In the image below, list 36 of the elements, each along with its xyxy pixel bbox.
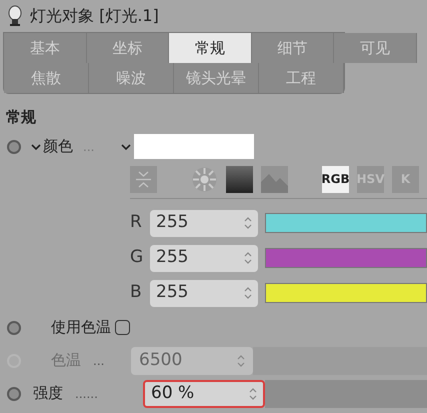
number-field[interactable]: 255 [150, 210, 258, 236]
color-slider[interactable] [265, 248, 427, 268]
color-slider[interactable] [265, 213, 427, 233]
checkbox[interactable] [115, 320, 130, 335]
tab[interactable]: 焦散 [4, 63, 89, 93]
color-label: 颜色 [43, 136, 73, 158]
wheel-icon[interactable] [191, 166, 218, 192]
tab[interactable]: 常规 [169, 33, 252, 63]
channel-label: G [130, 246, 144, 270]
channel-label: B [130, 281, 143, 304]
chevron-icon[interactable] [121, 142, 131, 150]
spinner-icon[interactable] [244, 216, 252, 230]
chevron-icon[interactable] [31, 142, 41, 150]
mode-tab[interactable]: RGB [322, 166, 349, 192]
parameter-label: 强度 [33, 383, 64, 404]
spinner-icon[interactable] [244, 286, 252, 300]
checkbox-label: 使用色温 [51, 317, 111, 338]
spinner-icon[interactable] [237, 354, 245, 368]
number-field[interactable]: 60 % [143, 380, 265, 408]
leader-dots: ...... [75, 386, 99, 402]
spinner-icon[interactable] [249, 386, 257, 400]
section-title: 常规 [5, 107, 37, 128]
number-field[interactable]: 255 [150, 280, 258, 306]
spinner-icon[interactable] [244, 251, 252, 265]
channel-label: R [130, 211, 143, 234]
window-title: 灯光对象 [灯光.1] [30, 5, 159, 27]
leader-dots: ... [93, 352, 106, 370]
color-slider[interactable] [265, 283, 427, 303]
parameter-label: 色温 [51, 350, 82, 372]
picture-icon[interactable] [261, 166, 288, 192]
number-field[interactable]: 255 [150, 244, 258, 272]
leader-dots: ... [83, 138, 96, 156]
compress-icon[interactable] [130, 166, 157, 192]
color-swatch[interactable] [134, 134, 254, 159]
light-bulb-icon [8, 5, 22, 27]
gradient-icon[interactable] [226, 166, 253, 192]
